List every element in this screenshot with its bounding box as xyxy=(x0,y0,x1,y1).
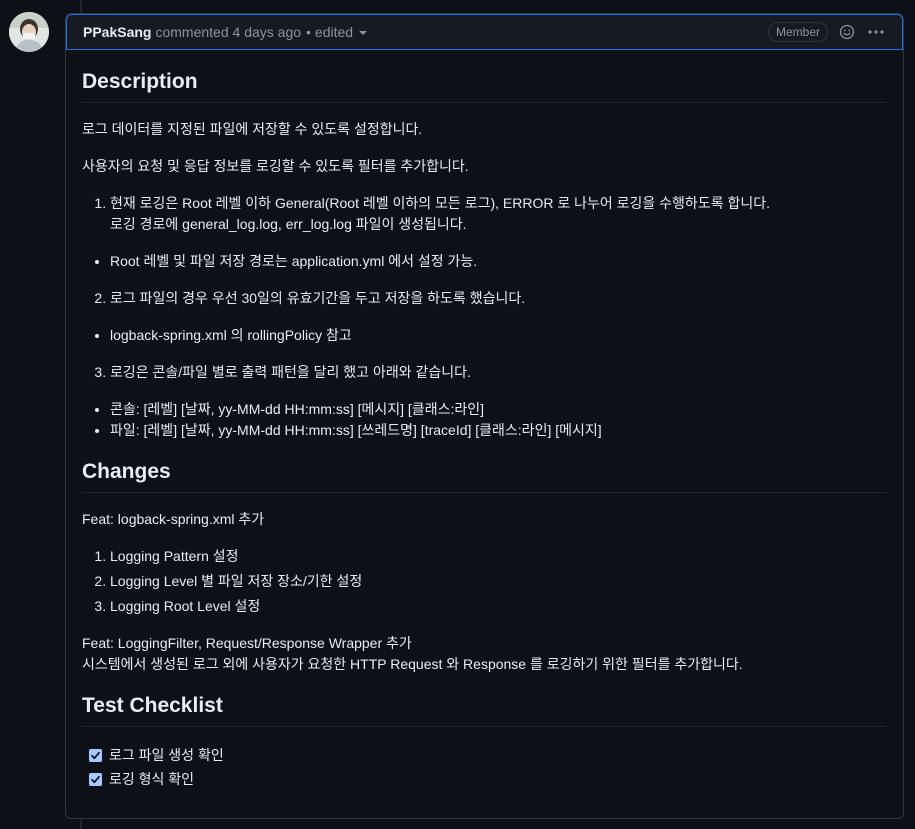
kebab-menu-icon[interactable] xyxy=(866,23,886,41)
avatar[interactable] xyxy=(9,12,49,52)
description-list-1: 현재 로깅은 Root 레벨 이하 General(Root 레벨 이하의 모든… xyxy=(82,193,887,235)
list-item: 로깅은 콘솔/파일 별로 출력 패턴을 달리 했고 아래와 같습니다. xyxy=(110,362,887,383)
description-list-3: 로깅은 콘솔/파일 별로 출력 패턴을 달리 했고 아래와 같습니다. xyxy=(82,362,887,383)
description-bullets-2: logback-spring.xml 의 rollingPolicy 참고 xyxy=(82,325,887,346)
comment-box: PPakSang commented 4 days ago • edited M… xyxy=(65,13,904,819)
edited-dropdown[interactable]: edited xyxy=(314,24,368,40)
description-bullets-1: Root 레벨 및 파일 저장 경로는 application.yml 에서 설… xyxy=(82,251,887,272)
header-actions: Member xyxy=(767,22,886,42)
comment-timestamp[interactable]: commented 4 days ago xyxy=(155,24,301,40)
task-item: 로그 파일 생성 확인 xyxy=(89,743,887,767)
task-label: 로그 파일 생성 확인 xyxy=(109,746,224,763)
task-item: 로깅 형식 확인 xyxy=(89,767,887,791)
list-item: Logging Root Level 설정 xyxy=(110,596,887,617)
item-text: 로깅 경로에 general_log.log, err_log.log 파일이 … xyxy=(110,216,467,232)
list-item: Root 레벨 및 파일 저장 경로는 application.yml 에서 설… xyxy=(110,251,887,272)
checklist-heading: Test Checklist xyxy=(82,691,887,727)
list-item: 로그 파일의 경우 우선 30일의 유효기간을 두고 저장을 하도록 했습니다. xyxy=(110,288,887,309)
changes-feat-1: Feat: logback-spring.xml 추가 xyxy=(82,511,265,527)
list-item: 콘솔: [레벨] [날짜, yy-MM-dd HH:mm:ss] [메시지] [… xyxy=(110,399,887,420)
checkbox-checked[interactable] xyxy=(89,772,102,786)
smiley-icon[interactable] xyxy=(838,23,856,41)
separator-dot: • xyxy=(306,24,311,40)
chevron-down-icon xyxy=(359,31,368,35)
feat-2-description: 시스템에서 생성된 로그 외에 사용자가 요청한 HTTP Request 와 … xyxy=(82,656,743,672)
task-label: 로깅 형식 확인 xyxy=(109,770,195,787)
list-item: 파일: [레벨] [날짜, yy-MM-dd HH:mm:ss] [쓰레드명] … xyxy=(110,420,887,441)
comment-body: Description 로그 데이터를 지정된 파일에 저장할 수 있도록 설정… xyxy=(66,50,903,807)
feat-2-title: Feat: LoggingFilter, Request/Response Wr… xyxy=(82,635,412,651)
check-icon xyxy=(91,775,100,783)
list-item: Logging Level 별 파일 저장 장소/기한 설정 xyxy=(110,571,887,592)
list-item: logback-spring.xml 의 rollingPolicy 참고 xyxy=(110,325,887,346)
changes-feat-2: Feat: LoggingFilter, Request/Response Wr… xyxy=(82,633,887,675)
description-paragraph-1: 로그 데이터를 지정된 파일에 저장할 수 있도록 설정합니다. xyxy=(82,121,423,137)
task-list: 로그 파일 생성 확인 로깅 형식 확인 xyxy=(82,743,887,791)
description-bullets-3: 콘솔: [레벨] [날짜, yy-MM-dd HH:mm:ss] [메시지] [… xyxy=(82,399,887,441)
member-badge: Member xyxy=(767,22,828,42)
check-icon xyxy=(91,751,100,759)
author-link[interactable]: PPakSang xyxy=(83,24,151,40)
avatar-image xyxy=(9,12,49,52)
description-paragraph-2: 사용자의 요청 및 응답 정보를 로깅할 수 있도록 필터를 추가합니다. xyxy=(82,158,469,174)
changes-heading: Changes xyxy=(82,457,887,493)
item-text: 현재 로깅은 Root 레벨 이하 General(Root 레벨 이하의 모든… xyxy=(110,195,770,211)
list-item: Logging Pattern 설정 xyxy=(110,546,887,567)
description-list-2: 로그 파일의 경우 우선 30일의 유효기간을 두고 저장을 하도록 했습니다. xyxy=(82,288,887,309)
changes-list: Logging Pattern 설정 Logging Level 별 파일 저장… xyxy=(82,546,887,617)
list-item: 현재 로깅은 Root 레벨 이하 General(Root 레벨 이하의 모든… xyxy=(110,193,887,235)
checkbox-checked[interactable] xyxy=(89,748,102,762)
description-heading: Description xyxy=(82,67,887,103)
edited-label: edited xyxy=(314,24,354,40)
comment-header: PPakSang commented 4 days ago • edited M… xyxy=(66,14,903,50)
